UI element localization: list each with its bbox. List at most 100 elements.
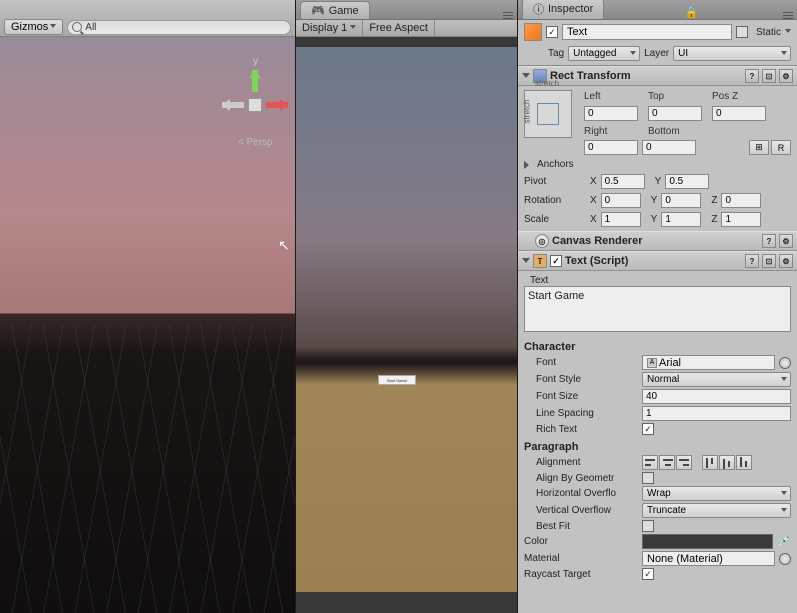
persp-label[interactable]: Persp — [238, 137, 273, 148]
gear-icon[interactable]: ⚙ — [779, 254, 793, 268]
scene-view[interactable]: y Persp ↖ — [0, 37, 295, 613]
text-script-icon: T — [533, 254, 547, 268]
fontstyle-dropdown[interactable]: Normal — [642, 372, 791, 387]
top-input[interactable] — [648, 106, 702, 121]
anchors-foldout[interactable] — [524, 161, 533, 169]
material-picker-button[interactable] — [779, 553, 791, 565]
rot-z-input[interactable] — [721, 193, 761, 208]
game-toolbar: Display 1 Free Aspect — [296, 20, 517, 37]
scl-y-input[interactable] — [661, 212, 701, 227]
search-icon — [72, 22, 82, 32]
static-dropdown-icon[interactable] — [785, 29, 791, 36]
pivot-y-input[interactable] — [665, 174, 709, 189]
bestfit-label: Best Fit — [524, 521, 638, 532]
static-checkbox[interactable] — [736, 26, 748, 38]
raycast-label: Raycast Target — [524, 569, 638, 580]
scene-grid — [0, 325, 295, 613]
object-header-row: ✓ Static — [518, 20, 797, 44]
raycast-checkbox[interactable]: ✓ — [642, 568, 654, 580]
scene-toolbar: Gizmos All — [0, 0, 295, 37]
gizmos-button[interactable]: Gizmos — [4, 19, 63, 35]
rot-x-input[interactable] — [601, 193, 641, 208]
foldout-icon[interactable] — [522, 73, 530, 82]
linespacing-input[interactable] — [642, 406, 791, 421]
font-picker-button[interactable] — [779, 357, 791, 369]
rot-y-input[interactable] — [661, 193, 701, 208]
bestfit-checkbox[interactable] — [642, 520, 654, 532]
pivot-x-input[interactable] — [601, 174, 645, 189]
font-icon: A — [647, 358, 657, 368]
right-input[interactable] — [584, 140, 638, 155]
font-field[interactable]: A Arial — [642, 355, 775, 370]
help-button[interactable]: ? — [745, 254, 759, 268]
text-content-input[interactable] — [524, 286, 791, 332]
stretch-label: stretch — [523, 99, 532, 123]
richtext-label: Rich Text — [524, 424, 638, 435]
scl-x-input[interactable] — [601, 212, 641, 227]
anchor-preset-button[interactable]: stretch stretch — [524, 90, 572, 138]
alignbygeo-checkbox[interactable] — [642, 472, 654, 484]
top-label: Top — [648, 91, 708, 102]
tab-inspector[interactable]: ⓘ Inspector — [522, 0, 604, 19]
voverflow-dropdown[interactable]: Truncate — [642, 503, 791, 518]
scl-z-input[interactable] — [721, 212, 761, 227]
tab-context-menu[interactable] — [783, 12, 793, 19]
gizmo-z-axis[interactable] — [222, 102, 244, 108]
eyedropper-icon[interactable]: 💉 — [777, 535, 791, 549]
richtext-checkbox[interactable]: ✓ — [642, 423, 654, 435]
game-tab-label: Game — [329, 5, 359, 17]
preset-button[interactable]: ⊡ — [762, 69, 776, 83]
help-button[interactable]: ? — [745, 69, 759, 83]
z-label: Z — [711, 214, 717, 225]
posz-input[interactable] — [712, 106, 766, 121]
rect-transform-title: Rect Transform — [550, 70, 631, 82]
gizmo-cube[interactable] — [248, 98, 262, 112]
hoverflow-dropdown[interactable]: Wrap — [642, 486, 791, 501]
game-tab-bar: 🎮 Game — [296, 0, 517, 20]
canvas-renderer-header[interactable]: ◎ Canvas Renderer ? ⚙ — [518, 231, 797, 251]
align-left-button[interactable] — [642, 455, 658, 470]
text-enabled-checkbox[interactable]: ✓ — [550, 255, 562, 267]
bottom-input[interactable] — [642, 140, 696, 155]
raw-edit-button[interactable]: R — [771, 140, 791, 155]
tag-dropdown[interactable]: Untagged — [568, 46, 640, 61]
align-top-button[interactable] — [702, 455, 718, 470]
color-field[interactable] — [642, 534, 773, 549]
stretch-label: stretch — [535, 79, 559, 88]
inspector-lock[interactable]: 🔒 — [685, 6, 699, 19]
gizmo-x-axis[interactable] — [266, 102, 288, 108]
text-script-title: Text (Script) — [565, 255, 628, 267]
gear-icon[interactable]: ⚙ — [779, 69, 793, 83]
foldout-icon[interactable] — [522, 258, 530, 267]
text-script-header[interactable]: T ✓ Text (Script) ? ⊡ ⚙ — [518, 251, 797, 271]
gameobject-icon[interactable] — [524, 23, 542, 41]
aspect-dropdown[interactable]: Free Aspect — [363, 20, 435, 36]
align-right-button[interactable] — [676, 455, 692, 470]
rect-transform-header[interactable]: Rect Transform ? ⊡ ⚙ — [518, 66, 797, 86]
material-label: Material — [524, 553, 638, 564]
align-bottom-button[interactable] — [736, 455, 752, 470]
alignbygeo-label: Align By Geometr — [524, 473, 638, 484]
tab-context-menu[interactable] — [503, 12, 513, 19]
game-render: Start Game — [296, 47, 517, 592]
preset-button[interactable]: ⊡ — [762, 254, 776, 268]
fontsize-input[interactable] — [642, 389, 791, 404]
gizmo-y-axis[interactable] — [252, 70, 258, 92]
pivot-label: Pivot — [524, 176, 580, 187]
display-dropdown[interactable]: Display 1 — [296, 20, 363, 36]
align-middle-button[interactable] — [719, 455, 735, 470]
object-name-input[interactable] — [562, 24, 732, 40]
layer-dropdown[interactable]: UI — [673, 46, 791, 61]
gear-icon[interactable]: ⚙ — [779, 234, 793, 248]
material-field[interactable]: None (Material) — [642, 551, 775, 566]
align-center-button[interactable] — [659, 455, 675, 470]
info-icon: ⓘ — [533, 1, 544, 17]
help-button[interactable]: ? — [762, 234, 776, 248]
posz-label: Pos Z — [712, 91, 772, 102]
chevron-down-icon — [350, 25, 356, 32]
left-input[interactable] — [584, 106, 638, 121]
tab-game[interactable]: 🎮 Game — [300, 1, 370, 19]
blueprint-button[interactable]: ⊞ — [749, 140, 769, 155]
scene-search-input[interactable]: All — [67, 20, 291, 35]
active-checkbox[interactable]: ✓ — [546, 26, 558, 38]
